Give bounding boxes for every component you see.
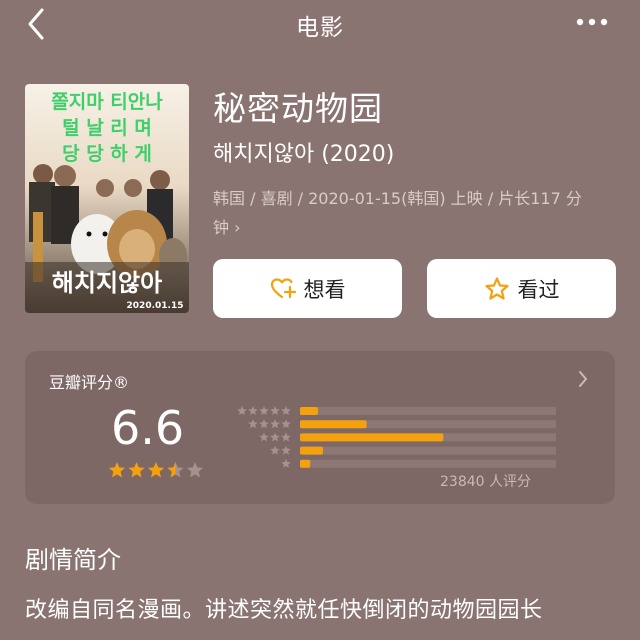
distribution-star xyxy=(281,458,291,468)
distribution-star xyxy=(270,406,280,416)
more-button[interactable] xyxy=(574,10,610,34)
page-title: 电影 xyxy=(296,15,344,41)
more-icon xyxy=(576,18,608,26)
distribution-star xyxy=(259,406,269,416)
distribution-bar xyxy=(300,459,311,468)
heart-plus-icon xyxy=(270,277,296,298)
rating-score: 6.6 xyxy=(111,401,185,455)
movie-title: 秘密动物园 xyxy=(213,89,383,128)
watched-button[interactable]: 看过 xyxy=(427,259,616,318)
rating-count: 23840 人评分 xyxy=(440,474,531,490)
distribution-star xyxy=(237,406,247,416)
distribution-bar xyxy=(300,433,444,442)
distribution-star xyxy=(281,419,291,429)
poster-logo: 해치지않아 xyxy=(52,269,162,297)
want-to-watch-label: 想看 xyxy=(303,277,346,302)
movie-original-title: 해치지않아 (2020) xyxy=(213,142,395,167)
rating-star xyxy=(128,462,145,478)
rating-card[interactable]: 豆瓣评分® 6.6 23840 人评分 xyxy=(25,351,615,504)
distribution-star xyxy=(248,419,258,429)
rating-star xyxy=(186,462,204,478)
distribution-track xyxy=(300,446,556,455)
rating-star xyxy=(167,462,184,478)
want-to-watch-button[interactable]: 想看 xyxy=(213,259,402,318)
distribution-star xyxy=(281,432,291,442)
synopsis-text: 改编自同名漫画。讲述突然就任快倒闭的动物园园长 xyxy=(25,598,543,623)
distribution-star xyxy=(281,445,291,455)
distribution-star xyxy=(270,419,280,429)
poster-image: 쫄지마 티안나 털 날 리 며 당 당 하 게 해치지않아 2020.01.15 xyxy=(25,84,189,313)
distribution-bar xyxy=(300,446,324,455)
poster-date: 2020.01.15 xyxy=(127,301,184,311)
distribution-star xyxy=(270,432,280,442)
distribution-star xyxy=(270,445,280,455)
distribution-track xyxy=(300,407,556,415)
distribution-star xyxy=(259,419,269,429)
rating-label: 豆瓣评分® xyxy=(49,373,130,392)
distribution-star xyxy=(281,406,291,416)
distribution-star xyxy=(259,432,269,442)
top-bar: 电影 xyxy=(0,0,640,48)
distribution-star xyxy=(248,406,258,416)
rating-distribution xyxy=(237,406,556,468)
poster-tagline-1: 쫄지마 티안나 xyxy=(51,91,163,113)
rating-star xyxy=(147,462,165,478)
poster-tagline-2: 털 날 리 며 xyxy=(62,117,152,139)
rating-stars xyxy=(108,462,204,478)
chevron-right-icon xyxy=(579,371,587,387)
star-outline-icon xyxy=(484,276,509,300)
distribution-track xyxy=(300,459,556,468)
synopsis-heading: 剧情简介 xyxy=(25,546,121,574)
movie-poster[interactable]: 쫄지마 티안나 털 날 리 며 당 당 하 게 해치지않아 2020.01.15 xyxy=(25,84,189,313)
distribution-bar xyxy=(300,407,318,415)
poster-tagline-3: 당 당 하 게 xyxy=(62,143,152,165)
distribution-bar xyxy=(300,420,367,429)
movie-meta-line-2: 钟 › xyxy=(213,218,241,237)
rating-star xyxy=(108,462,126,478)
movie-meta-line-1: 韩国 / 喜剧 / 2020-01-15(韩国) 上映 / 片长117 分 xyxy=(213,189,582,208)
movie-meta[interactable]: 韩国 / 喜剧 / 2020-01-15(韩国) 上映 / 片长117 分 钟 … xyxy=(213,184,618,242)
watched-label: 看过 xyxy=(517,277,560,302)
